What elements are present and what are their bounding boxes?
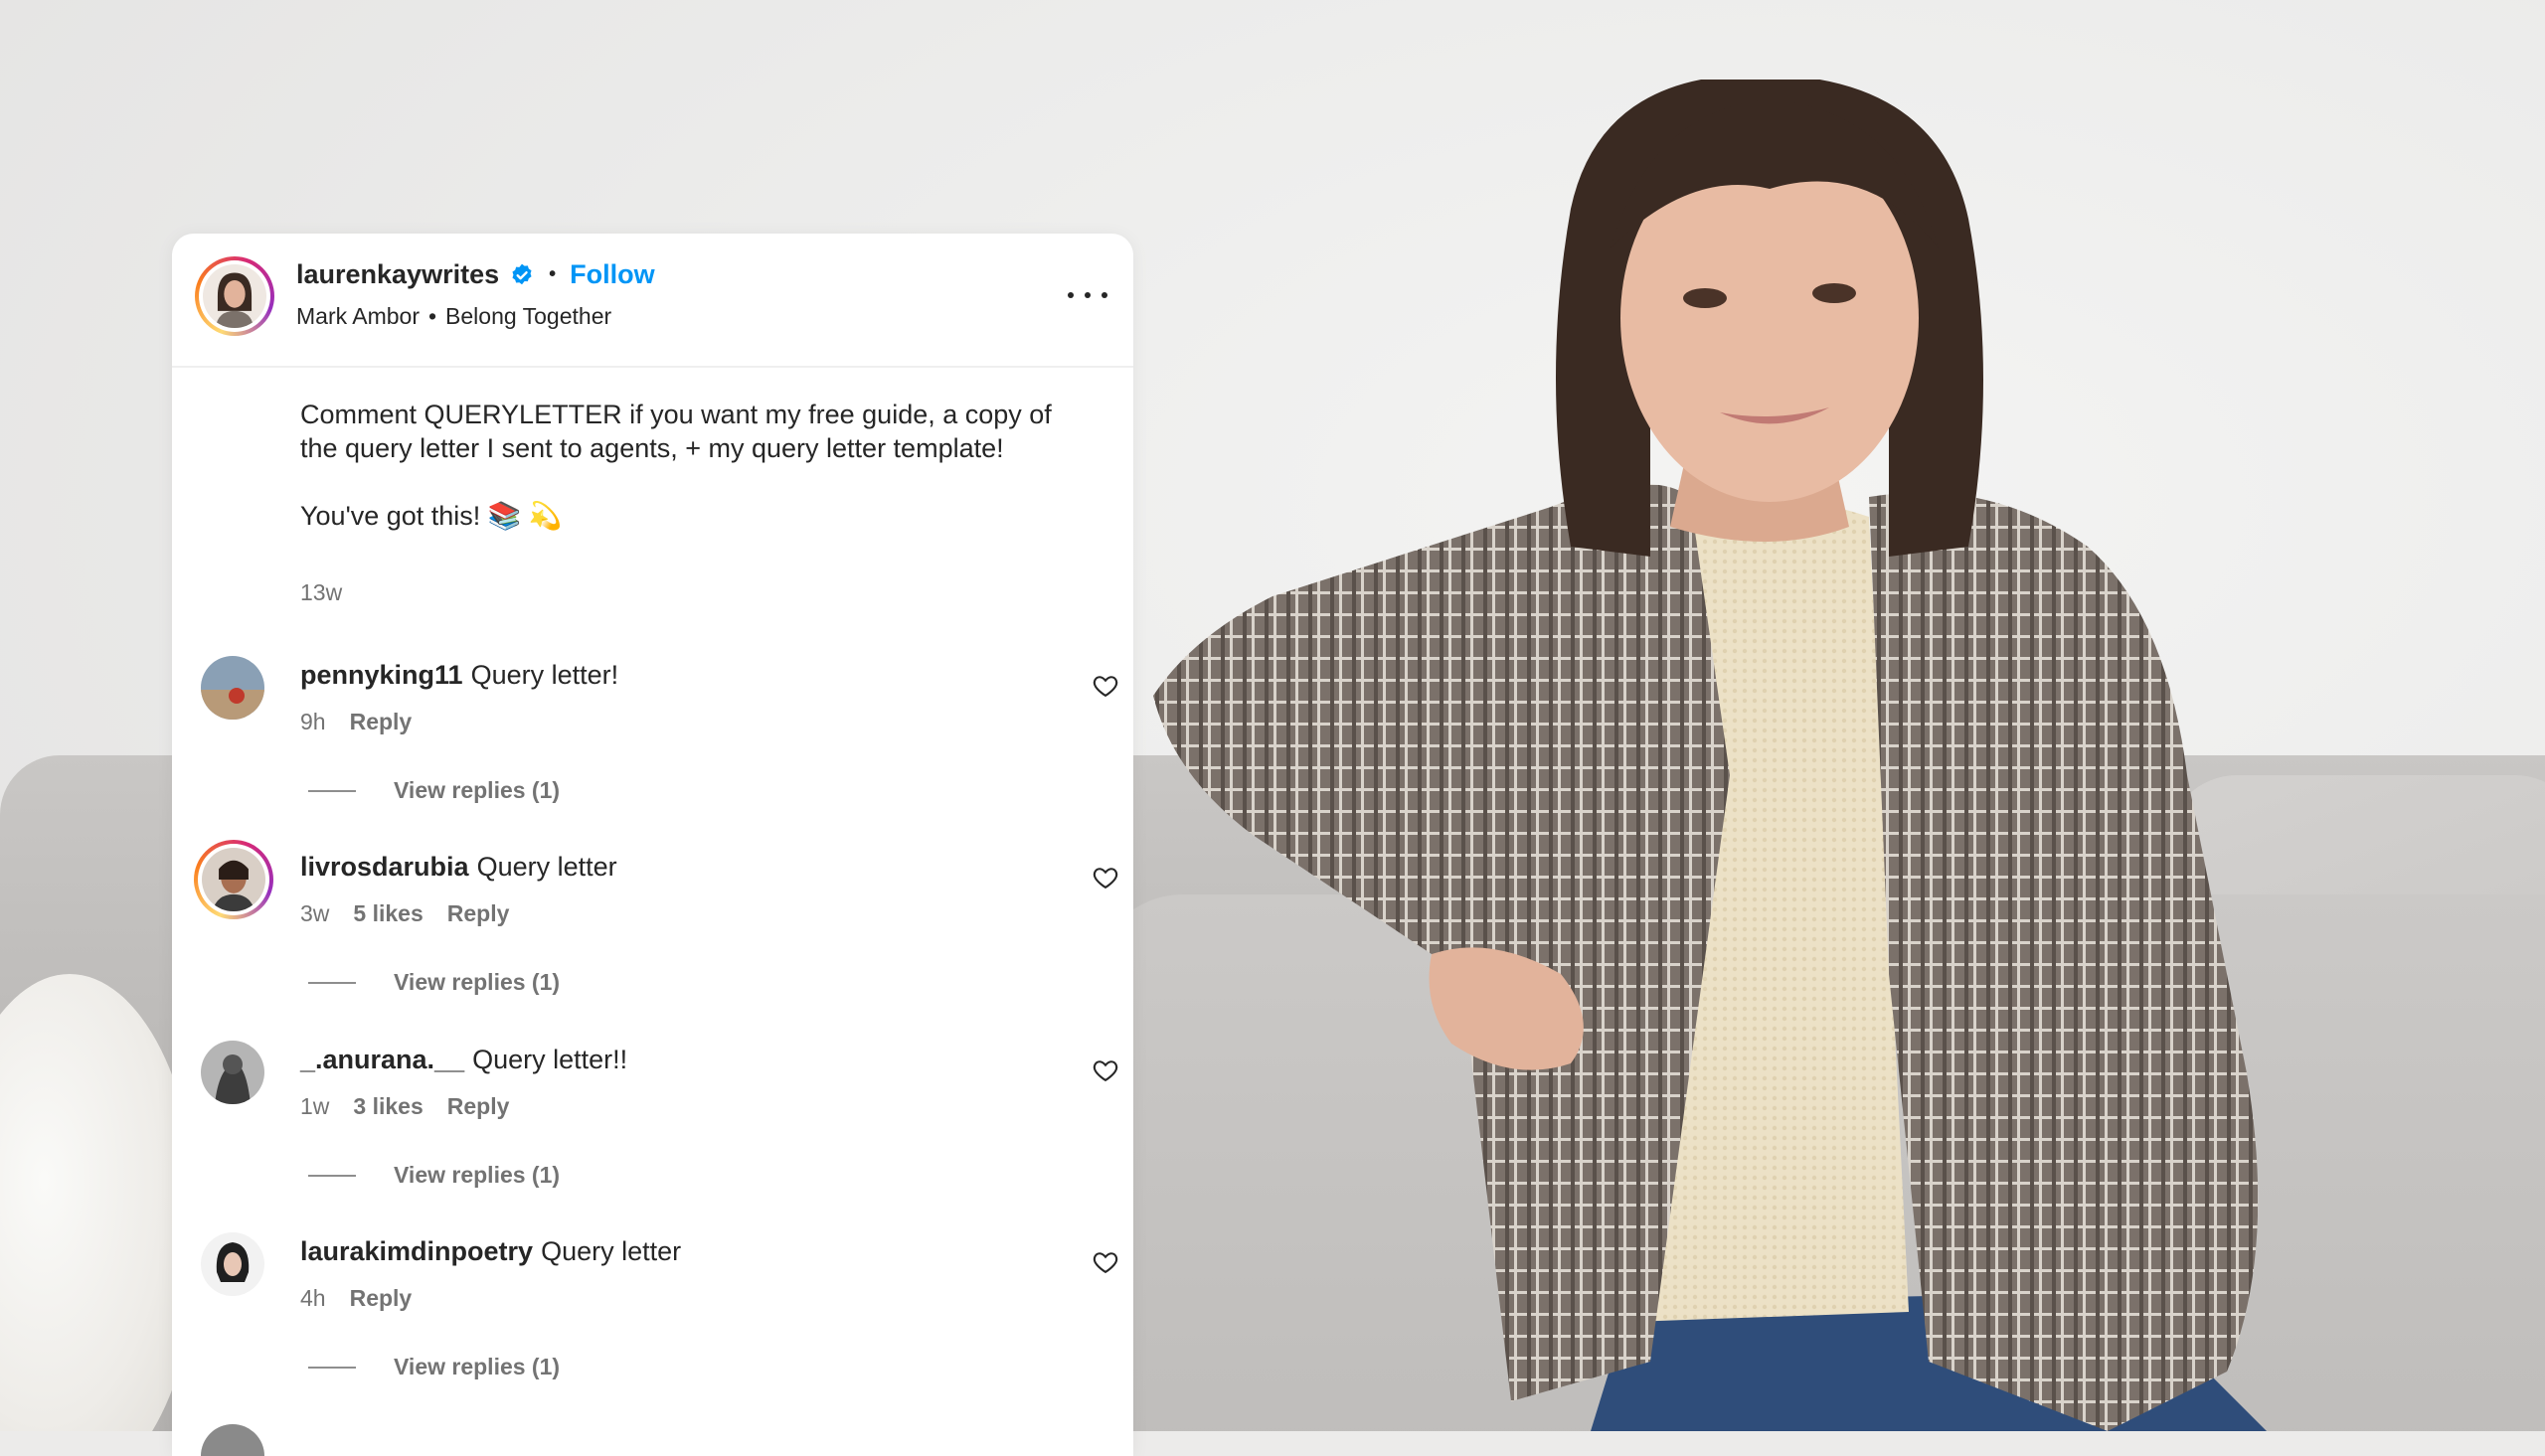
commenter-avatar[interactable] <box>201 1232 264 1296</box>
caption-timestamp: 13w <box>300 579 343 605</box>
view-replies-button[interactable]: View replies (1) <box>308 777 560 804</box>
comment-body: Query letter <box>476 852 617 882</box>
author-username[interactable]: laurenkaywrites <box>296 259 499 290</box>
caption-signoff: You've got this! 📚 💫 <box>300 501 563 531</box>
view-replies-button[interactable]: View replies (1) <box>308 1162 560 1189</box>
comment-item: livrosdarubia Query letter 3w 5 likes Rep… <box>172 840 1133 1037</box>
commenter-avatar[interactable] <box>194 840 273 919</box>
header-separator: • <box>549 263 557 285</box>
author-avatar-image <box>203 264 266 328</box>
comment-username[interactable]: _.anurana.__ <box>300 1045 464 1074</box>
comments-panel: laurenkaywrites • Follow Mark Ambor • Belo… <box>172 234 1133 1456</box>
comment-text-row: laurakimdinpoetry Query letter <box>300 1236 681 1267</box>
comment-text-row: _.anurana.__ Query letter!! <box>300 1045 627 1075</box>
comment-likes[interactable]: 3 likes <box>353 1093 423 1120</box>
view-replies-label: View replies (1) <box>394 777 561 803</box>
comment-body: Query letter! <box>470 660 619 690</box>
comment-meta: 4h Reply <box>300 1285 412 1312</box>
comment-item: _.anurana.__ Query letter!! 1w 3 likes Re… <box>172 1041 1133 1229</box>
music-separator: • <box>427 303 437 329</box>
follow-button[interactable]: Follow <box>570 259 654 290</box>
view-replies-label: View replies (1) <box>394 1162 561 1188</box>
comment-username[interactable]: laurakimdinpoetry <box>300 1236 533 1266</box>
comment-body: Query letter!! <box>472 1045 628 1074</box>
more-options-icon[interactable] <box>1068 275 1107 315</box>
post-header: laurenkaywrites • Follow Mark Ambor • Belo… <box>172 234 1133 368</box>
commenter-avatar-image <box>202 848 265 911</box>
commenter-avatar[interactable] <box>201 1041 264 1104</box>
heart-icon[interactable] <box>1092 864 1119 891</box>
comment-body: Query letter <box>541 1236 682 1266</box>
view-replies-label: View replies (1) <box>394 969 561 995</box>
heart-icon[interactable] <box>1092 672 1119 700</box>
view-replies-button[interactable]: View replies (1) <box>308 969 560 996</box>
comment-time: 9h <box>300 709 326 734</box>
music-attribution[interactable]: Mark Ambor • Belong Together <box>296 303 611 330</box>
author-row: laurenkaywrites • Follow <box>296 259 655 290</box>
music-title: Belong Together <box>445 303 612 329</box>
comment-item: laurakimdinpoetry Query letter 4h Reply V… <box>172 1232 1133 1421</box>
replies-divider-line <box>308 1366 356 1369</box>
replies-divider-line <box>308 1174 356 1177</box>
comment-likes[interactable]: 5 likes <box>353 900 423 927</box>
comment-meta: 1w 3 likes Reply <box>300 1093 509 1120</box>
commenter-avatar[interactable] <box>201 656 264 720</box>
comment-text-row: pennyking11 Query letter! <box>300 660 618 691</box>
view-replies-button[interactable]: View replies (1) <box>308 1354 560 1380</box>
woman-portrait <box>1153 80 2267 1431</box>
comment-time: 3w <box>300 900 330 926</box>
replies-divider-line <box>308 981 356 984</box>
comment-meta: 3w 5 likes Reply <box>300 900 509 927</box>
comment-time: 1w <box>300 1093 330 1119</box>
author-avatar[interactable] <box>195 256 274 336</box>
comment-username[interactable]: livrosdarubia <box>300 852 469 882</box>
replies-divider-line <box>308 789 356 792</box>
heart-icon[interactable] <box>1092 1056 1119 1084</box>
comment-meta: 9h Reply <box>300 709 412 735</box>
view-replies-label: View replies (1) <box>394 1354 561 1379</box>
reply-button[interactable]: Reply <box>350 1285 413 1312</box>
reply-button[interactable]: Reply <box>447 900 510 927</box>
reply-button[interactable]: Reply <box>447 1093 510 1120</box>
music-artist: Mark Ambor <box>296 303 420 329</box>
comment-text-row: livrosdarubia Query letter <box>300 852 617 883</box>
verified-badge-icon <box>512 263 532 284</box>
comment-item: pennyking11 Query letter! 9h Reply View r… <box>172 656 1133 845</box>
post-caption: Comment QUERYLETTER if you want my free … <box>300 398 1086 533</box>
caption-text: Comment QUERYLETTER if you want my free … <box>300 400 1052 463</box>
reply-button[interactable]: Reply <box>350 709 413 735</box>
comment-time: 4h <box>300 1285 326 1311</box>
comment-username[interactable]: pennyking11 <box>300 660 463 690</box>
next-commenter-avatar[interactable] <box>201 1424 264 1456</box>
heart-icon[interactable] <box>1092 1248 1119 1276</box>
